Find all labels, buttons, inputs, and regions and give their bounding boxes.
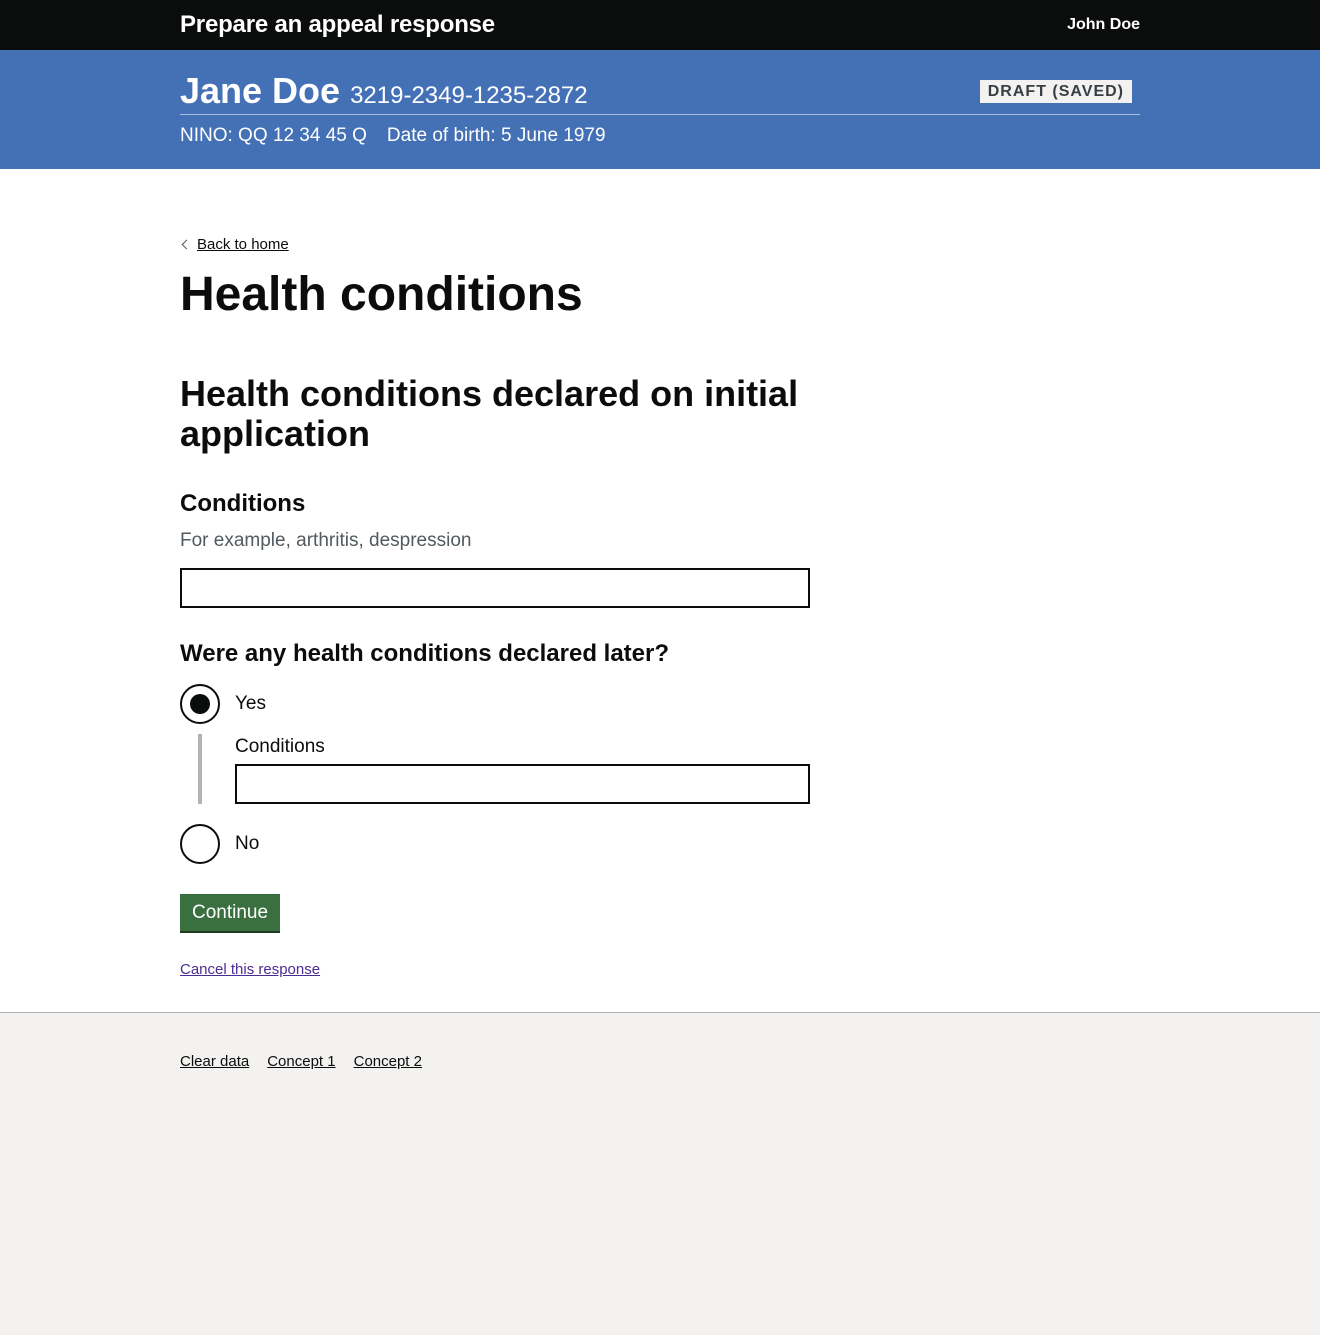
- conditions-hint: For example, arthritis, despression: [180, 530, 472, 552]
- chevron-left-icon: [181, 239, 192, 250]
- radio-no-label[interactable]: No: [235, 833, 259, 855]
- date-of-birth-text: Date of birth: 5 June 1979: [386, 125, 606, 146]
- site-header: Prepare an appeal response John Doe: [0, 0, 1320, 50]
- later-conditions-input[interactable]: [235, 764, 810, 805]
- status-badge: DRAFT (SAVED): [979, 79, 1132, 103]
- radio-button-checked[interactable]: [180, 684, 220, 725]
- radio-dot: [190, 694, 210, 715]
- later-conditions-label: Conditions: [235, 736, 325, 758]
- case-reference: 3219-2349-1235-2872: [350, 82, 588, 109]
- radio-no[interactable]: No: [180, 824, 1140, 865]
- back-link-label: Back to home: [197, 236, 289, 253]
- site-footer: Clear data Concept 1 Concept 2: [0, 1013, 1320, 1070]
- user-name-link[interactable]: John Doe: [1067, 16, 1140, 34]
- section-heading: Health conditions declared on initial ap…: [180, 372, 799, 455]
- page-title: Health conditions: [180, 268, 583, 321]
- nino-text: NINO: QQ 12 34 45 Q: [180, 125, 367, 146]
- service-name-link[interactable]: Prepare an appeal response: [180, 11, 495, 39]
- back-link[interactable]: Back to home: [180, 236, 289, 253]
- footer-link-concept-2[interactable]: Concept 2: [354, 1053, 422, 1070]
- conditions-label: Conditions: [180, 490, 306, 518]
- main-content: Back to home Health conditions Health co…: [0, 169, 1320, 1013]
- radio-yes-label[interactable]: Yes: [235, 693, 266, 715]
- footer-link-clear-data[interactable]: Clear data: [180, 1053, 249, 1070]
- radio-yes[interactable]: Yes: [180, 684, 1140, 725]
- claimant-name: Jane Doe: [180, 70, 341, 111]
- later-conditions-question: Were any health conditions declared late…: [180, 640, 670, 668]
- case-banner: Jane Doe 3219-2349-1235-2872 DRAFT (SAVE…: [0, 50, 1320, 169]
- cancel-response-link[interactable]: Cancel this response: [180, 961, 1140, 978]
- conditional-reveal: Conditions: [198, 734, 1140, 805]
- continue-button[interactable]: Continue: [180, 894, 281, 932]
- footer-link-concept-1[interactable]: Concept 1: [267, 1053, 335, 1070]
- radio-button-unchecked[interactable]: [180, 824, 220, 865]
- conditions-input[interactable]: [180, 568, 810, 609]
